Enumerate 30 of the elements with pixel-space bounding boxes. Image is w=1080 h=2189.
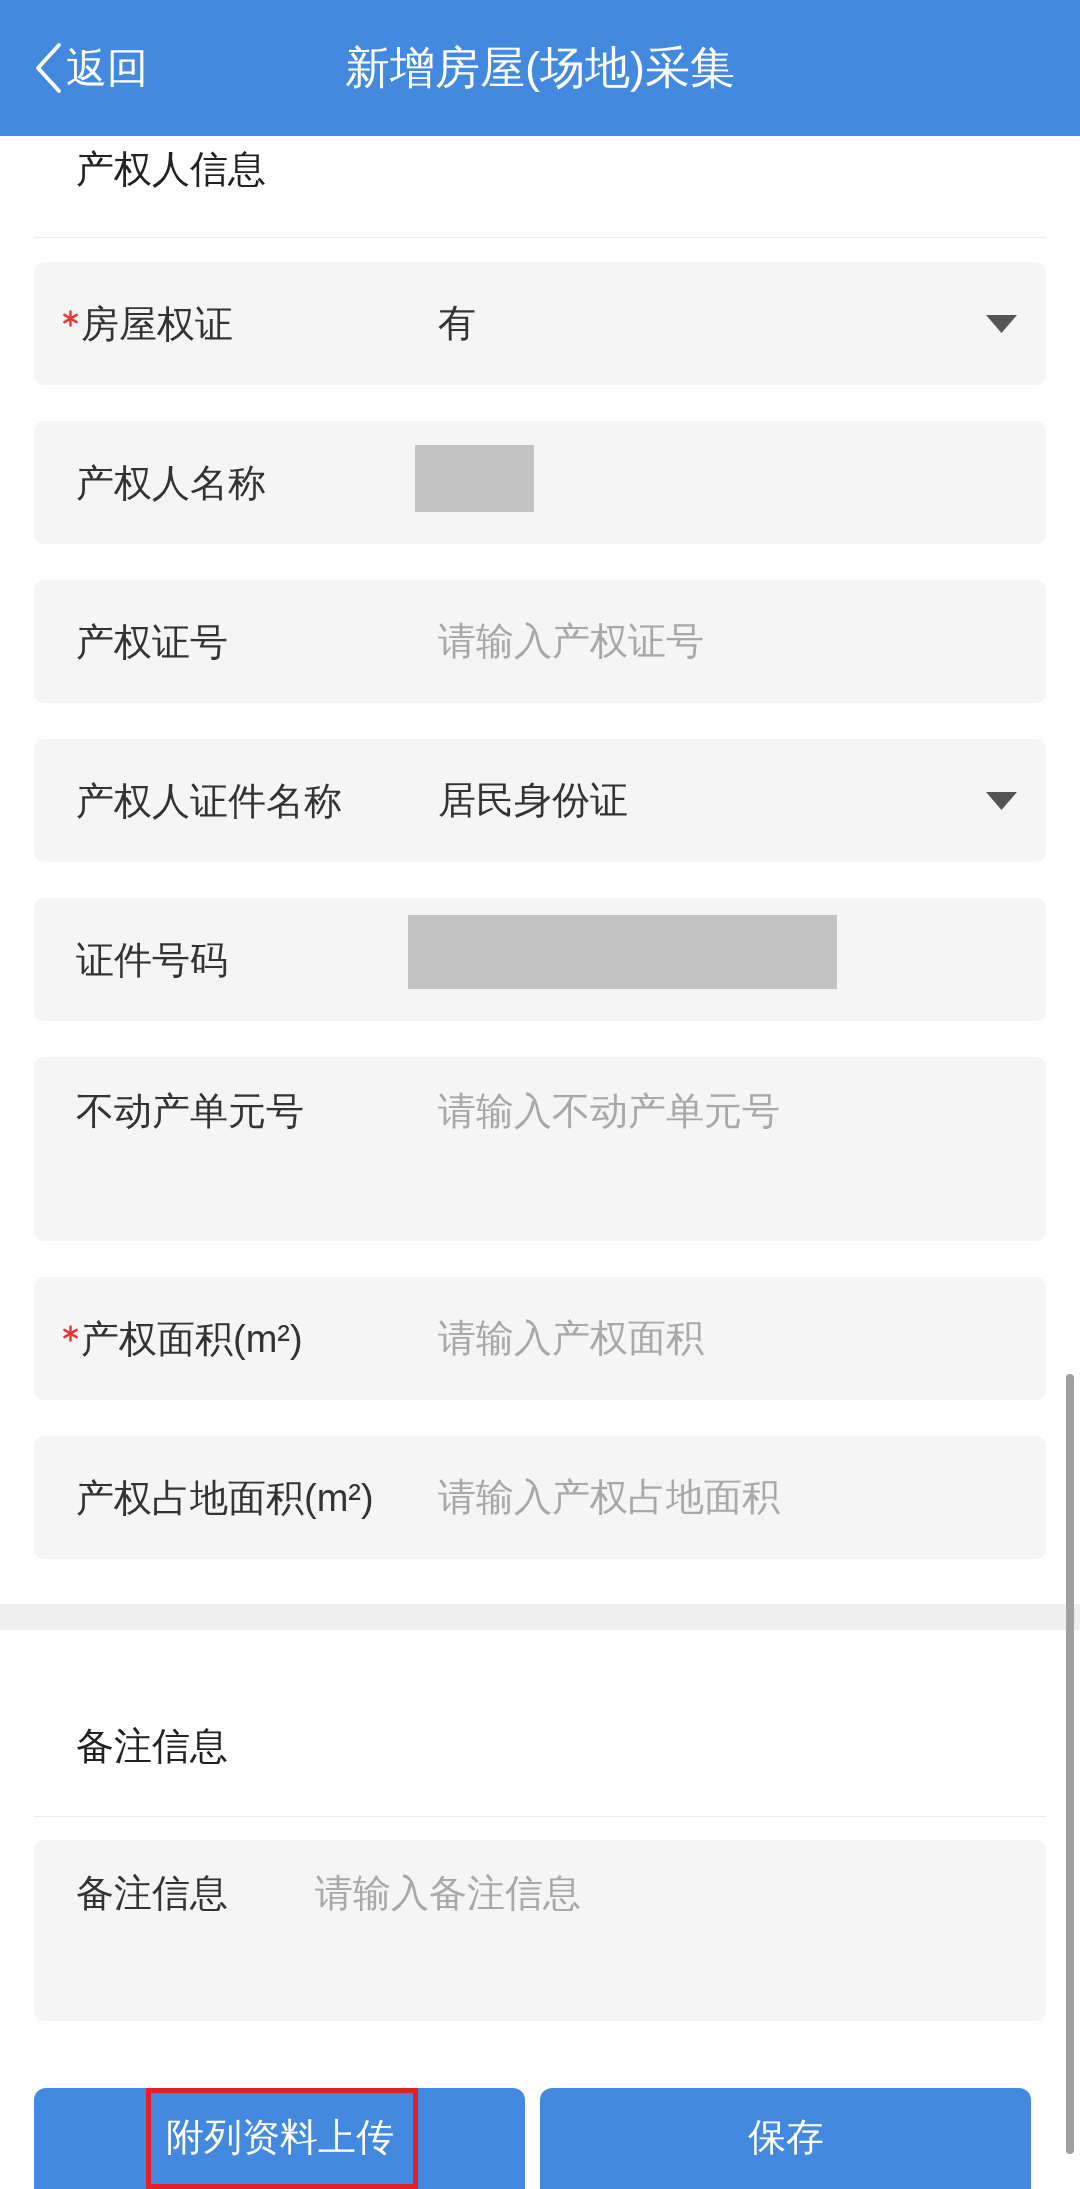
form-field[interactable]: 备注信息 请输入备注信息 bbox=[34, 1840, 1046, 2021]
text-area[interactable]: 请输入不动产单元号 bbox=[438, 1088, 1017, 1208]
form-field[interactable]: 产权证号 请输入产权证号 bbox=[34, 580, 1046, 703]
field-label: 备注信息 bbox=[76, 1872, 228, 1914]
back-button[interactable]: 返回 bbox=[34, 42, 148, 94]
field-label: 证件号码 bbox=[76, 937, 228, 983]
page-title: 新增房屋(场地)采集 bbox=[345, 41, 735, 95]
input-field[interactable]: 请输入产权面积 bbox=[438, 1308, 1017, 1369]
chevron-left-icon bbox=[34, 42, 62, 94]
form-field[interactable]: 产权面积(m²) 请输入产权面积 bbox=[34, 1277, 1046, 1400]
input-field[interactable]: 请输入产权证号 bbox=[438, 611, 1017, 672]
select-field[interactable]: 居民身份证 bbox=[438, 739, 1046, 862]
field-label: 产权占地面积(m²) bbox=[76, 1475, 374, 1521]
form-field[interactable]: 产权占地面积(m²) 请输入产权占地面积 bbox=[34, 1436, 1046, 1559]
section-title: 备注信息 bbox=[76, 1727, 228, 1765]
field-label: 房屋权证 bbox=[81, 301, 233, 347]
caret-down-icon bbox=[986, 314, 1017, 333]
form-field[interactable]: 不动产单元号 请输入不动产单元号 bbox=[34, 1057, 1046, 1241]
field-label: 产权面积(m²) bbox=[81, 1316, 303, 1362]
input-field[interactable]: 请输入产权占地面积 bbox=[438, 1467, 1017, 1528]
save-button[interactable]: 保存 bbox=[540, 2088, 1031, 2189]
caret-down-icon bbox=[986, 791, 1017, 810]
select-field[interactable]: 有 bbox=[438, 262, 1046, 385]
field-label: 产权证号 bbox=[76, 619, 228, 665]
field-label: 产权人名称 bbox=[76, 460, 266, 506]
section-title: 产权人信息 bbox=[76, 150, 266, 188]
field-label: 不动产单元号 bbox=[76, 1089, 304, 1134]
upload-button[interactable]: 附列资料上传 bbox=[34, 2088, 525, 2189]
text-area[interactable]: 请输入备注信息 bbox=[315, 1870, 1017, 1990]
field-label: 产权人证件名称 bbox=[76, 778, 342, 824]
